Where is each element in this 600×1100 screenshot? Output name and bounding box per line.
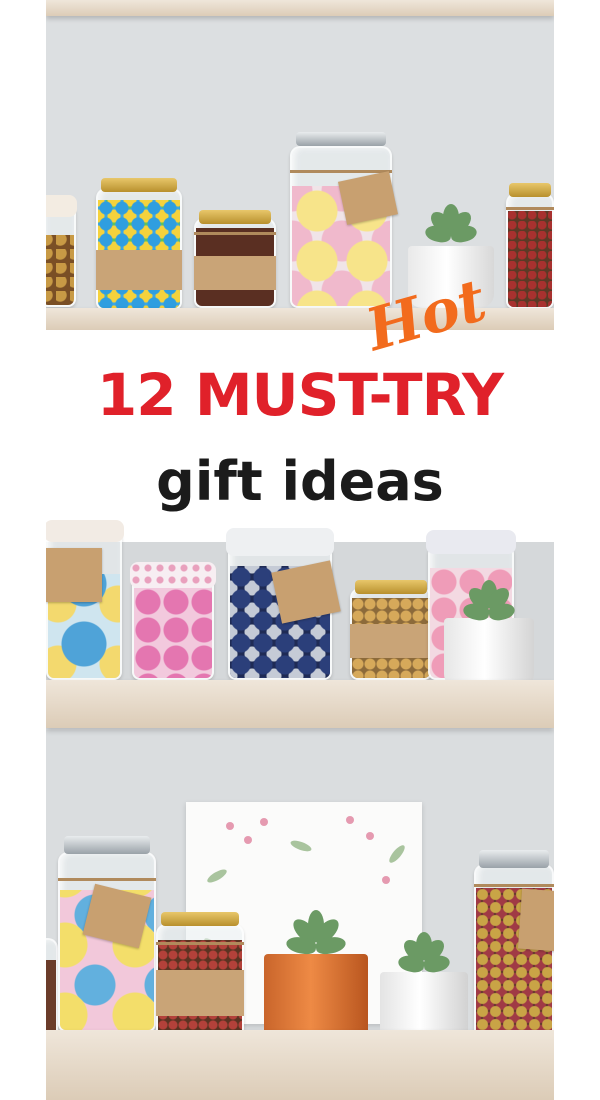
bath-bomb-jar-left: [46, 520, 124, 680]
nut-jar: [350, 580, 432, 680]
succulent-pot-middle: [444, 578, 534, 688]
jar-partial-left-bottom: [46, 930, 58, 1042]
shelf-top-edge: [46, 0, 554, 16]
chocolate-jar: [225, 528, 341, 680]
candy-jar: [96, 178, 182, 310]
bath-bomb-jar-pink: [130, 562, 216, 680]
subheadline-text: gift ideas: [156, 450, 444, 513]
bath-bomb-jar-bottom: [58, 836, 156, 1032]
tea-jar-small: [194, 210, 276, 308]
headline-text: 12 MUST-TRY: [96, 361, 504, 429]
shelf-3: [46, 1030, 554, 1100]
terracotta-succulent-pot: [264, 906, 368, 1046]
tea-jar-right-top: [506, 183, 554, 309]
jar-partial-left: [46, 195, 77, 307]
bath-bomb-jar-top: [290, 132, 399, 308]
shelf-2: [46, 680, 554, 728]
pin-image: 12 MUST-TRY gift ideas Hot: [46, 0, 554, 1100]
tea-jar-bottom: [156, 912, 244, 1042]
tea-jar-bottom-right: [474, 850, 554, 1040]
